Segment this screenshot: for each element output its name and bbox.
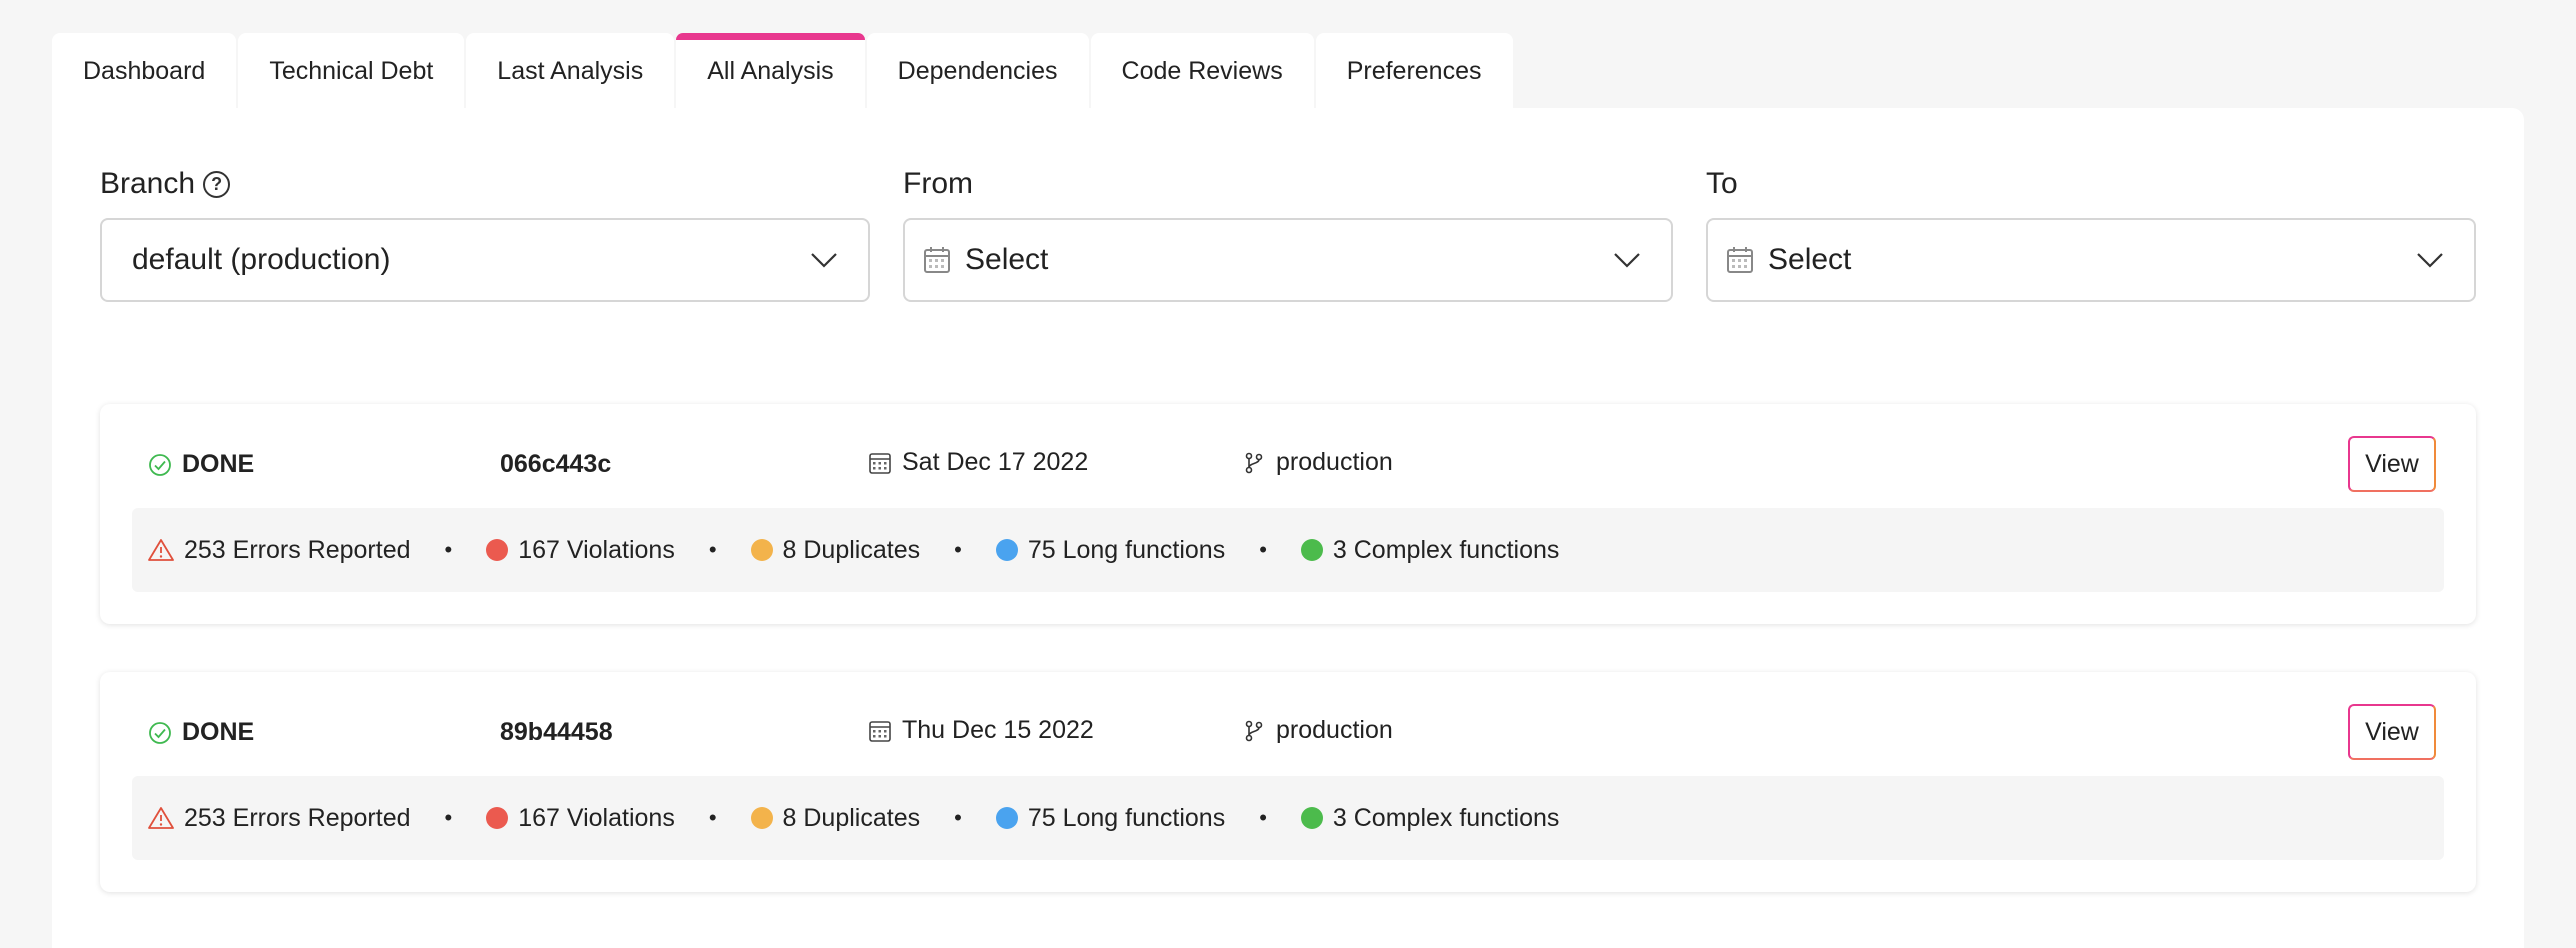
separator: • bbox=[954, 537, 962, 562]
blue-dot-icon bbox=[995, 539, 1018, 561]
long-functions-text: 75 Long functions bbox=[1027, 803, 1226, 832]
branch-filter: Branch ? default (production) bbox=[100, 164, 870, 302]
separator: • bbox=[444, 537, 453, 562]
view-button[interactable]: View bbox=[2348, 704, 2436, 760]
check-circle-icon bbox=[149, 453, 171, 476]
separator: • bbox=[708, 537, 717, 562]
analysis-branch-text: production bbox=[1276, 448, 1393, 476]
tab-last-analysis[interactable]: Last Analysis bbox=[466, 33, 675, 109]
status-badge: DONE bbox=[148, 718, 254, 747]
analysis-date: Thu Dec 15 2022 bbox=[868, 716, 1094, 745]
help-icon[interactable]: ? bbox=[203, 170, 231, 198]
git-branch-icon bbox=[1245, 720, 1263, 741]
calendar-icon bbox=[869, 720, 891, 742]
long-functions-text: 75 Long functions bbox=[1027, 535, 1226, 564]
from-label: From bbox=[903, 167, 973, 200]
errors-metric: 253 Errors Reported bbox=[148, 804, 411, 833]
branch-select[interactable]: default (production) bbox=[100, 218, 870, 302]
from-date-select[interactable]: Select bbox=[903, 218, 1673, 302]
commit-hash: 066c443c bbox=[500, 450, 612, 478]
red-dot-icon bbox=[486, 807, 509, 829]
green-dot-icon bbox=[1300, 539, 1323, 561]
blue-dot-icon bbox=[995, 807, 1018, 829]
analysis-card: DONE 89b44458 Thu Dec 15 2022 production… bbox=[100, 672, 2476, 892]
violations-text: 167 Violations bbox=[518, 535, 675, 564]
orange-dot-icon bbox=[750, 539, 773, 561]
tab-dependencies[interactable]: Dependencies bbox=[866, 33, 1089, 109]
duplicates-metric: 8 Duplicates bbox=[750, 803, 921, 833]
separator: • bbox=[1259, 537, 1267, 562]
from-select-value: Select bbox=[965, 243, 1049, 276]
metrics-bar: 253 Errors Reported • 167 Violations • 8… bbox=[132, 508, 2444, 592]
tab-dashboard[interactable]: Dashboard bbox=[52, 33, 237, 109]
green-dot-icon bbox=[1300, 807, 1323, 829]
errors-metric: 253 Errors Reported bbox=[148, 536, 411, 565]
violations-text: 167 Violations bbox=[518, 803, 675, 832]
analysis-date: Sat Dec 17 2022 bbox=[868, 448, 1088, 477]
to-filter: To Select bbox=[1706, 164, 2476, 302]
view-button[interactable]: View bbox=[2348, 436, 2436, 492]
status-text: DONE bbox=[182, 718, 255, 746]
calendar-icon bbox=[869, 452, 891, 474]
duplicates-metric: 8 Duplicates bbox=[750, 535, 921, 565]
analysis-date-text: Sat Dec 17 2022 bbox=[902, 448, 1089, 476]
analysis-date-text: Thu Dec 15 2022 bbox=[902, 716, 1094, 744]
violations-metric: 167 Violations bbox=[486, 536, 675, 565]
errors-text: 253 Errors Reported bbox=[184, 535, 411, 564]
long-functions-metric: 75 Long functions bbox=[995, 535, 1226, 565]
complex-functions-metric: 3 Complex functions bbox=[1300, 803, 1560, 833]
chevron-down-icon bbox=[1614, 253, 1640, 268]
git-branch-icon bbox=[1245, 452, 1263, 473]
tab-code-reviews[interactable]: Code Reviews bbox=[1090, 33, 1314, 109]
errors-text: 253 Errors Reported bbox=[184, 803, 411, 832]
separator: • bbox=[954, 805, 962, 830]
tab-bar: Dashboard Technical Debt Last Analysis A… bbox=[52, 33, 1513, 109]
analysis-branch: production bbox=[1242, 716, 1393, 745]
long-functions-metric: 75 Long functions bbox=[995, 803, 1226, 833]
warning-icon bbox=[148, 807, 174, 829]
to-select-value: Select bbox=[1768, 243, 1852, 276]
metrics-bar: 253 Errors Reported • 167 Violations • 8… bbox=[132, 776, 2444, 860]
calendar-icon bbox=[1727, 247, 1753, 273]
chevron-down-icon bbox=[2417, 253, 2443, 268]
separator: • bbox=[444, 805, 453, 830]
branch-select-value: default (production) bbox=[132, 243, 391, 276]
analysis-branch: production bbox=[1242, 448, 1393, 477]
branch-label-row: Branch ? bbox=[100, 164, 870, 204]
commit-hash: 89b44458 bbox=[500, 718, 613, 746]
check-circle-icon bbox=[149, 721, 171, 744]
tab-technical-debt[interactable]: Technical Debt bbox=[238, 33, 465, 109]
duplicates-text: 8 Duplicates bbox=[782, 803, 921, 832]
warning-icon bbox=[148, 539, 174, 561]
complex-functions-text: 3 Complex functions bbox=[1332, 535, 1560, 564]
tab-preferences[interactable]: Preferences bbox=[1315, 33, 1513, 109]
violations-metric: 167 Violations bbox=[486, 804, 675, 833]
to-label: To bbox=[1706, 167, 1738, 200]
branch-label: Branch bbox=[100, 167, 196, 200]
chevron-down-icon bbox=[811, 253, 837, 268]
all-analysis-panel: Branch ? default (production) From Selec… bbox=[52, 108, 2524, 948]
separator: • bbox=[1259, 805, 1267, 830]
from-filter: From Select bbox=[903, 164, 1673, 302]
status-text: DONE bbox=[182, 450, 255, 478]
analysis-branch-text: production bbox=[1276, 716, 1393, 744]
duplicates-text: 8 Duplicates bbox=[782, 535, 921, 564]
analysis-card: DONE 066c443c Sat Dec 17 2022 production… bbox=[100, 404, 2476, 624]
to-date-select[interactable]: Select bbox=[1706, 218, 2476, 302]
complex-functions-metric: 3 Complex functions bbox=[1300, 535, 1560, 565]
calendar-icon bbox=[924, 247, 950, 273]
status-badge: DONE bbox=[148, 450, 254, 479]
tab-all-analysis[interactable]: All Analysis bbox=[676, 33, 866, 109]
orange-dot-icon bbox=[750, 807, 773, 829]
complex-functions-text: 3 Complex functions bbox=[1332, 803, 1560, 832]
separator: • bbox=[708, 805, 717, 830]
red-dot-icon bbox=[486, 539, 509, 561]
